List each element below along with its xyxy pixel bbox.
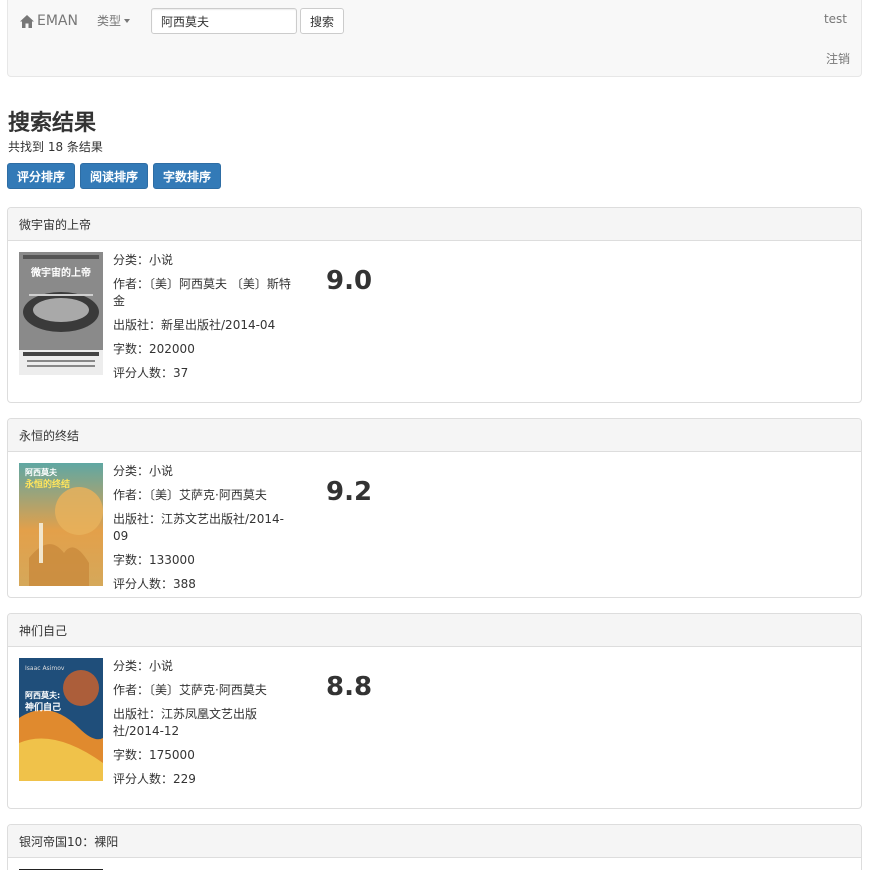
cover-text: 神们自己 [25, 701, 61, 713]
category-dropdown-label: 类型 [97, 14, 122, 28]
category-label: 分类： [113, 464, 150, 478]
author-label: 作者： [113, 277, 150, 291]
book-score: 9.0 [326, 266, 373, 296]
book-score: 8.8 [326, 672, 373, 702]
words-value: 133000 [149, 553, 195, 567]
book-info: 分类：小说 作者：〔美〕阿西莫夫 〔美〕斯特金 出版社：新星出版社/2014-0… [113, 252, 293, 389]
raters-value: 37 [173, 366, 189, 380]
book-title[interactable]: 神们自己 [8, 614, 861, 647]
sort-button-group: 评分排序 阅读排序 字数排序 [7, 163, 222, 189]
book-cover[interactable]: Isaac Asimov 阿西莫夫: 神们自己 [19, 658, 103, 781]
book-score: 9.2 [326, 477, 373, 507]
svg-text:阿西莫夫: 阿西莫夫 [25, 467, 58, 477]
search-button[interactable]: 搜索 [300, 8, 344, 34]
cover-text: 永恒的终结 [24, 478, 70, 490]
words-label: 字数： [113, 553, 150, 567]
book-panel: 微宇宙的上帝 微宇宙的上帝 分类：小说 作者：〔美〕阿西莫夫 〔美〕斯特金 出版… [7, 207, 862, 403]
book-title[interactable]: 银河帝国10：裸阳 [8, 825, 861, 858]
book-info: 分类：小说 作者：〔美〕艾萨克·阿西莫夫 出版社：江苏文艺出版社/2014-09… [113, 463, 293, 597]
user-link[interactable]: test [824, 12, 847, 26]
svg-text:Isaac Asimov: Isaac Asimov [25, 665, 65, 672]
sort-by-score-button[interactable]: 评分排序 [7, 163, 76, 189]
publisher-label: 出版社： [113, 512, 162, 526]
logout-link[interactable]: 注销 [826, 50, 850, 67]
category-dropdown[interactable]: 类型 [97, 12, 131, 29]
category-value: 小说 [149, 253, 174, 267]
words-value: 175000 [149, 748, 195, 762]
brand-link[interactable]: EMAN [20, 12, 78, 30]
raters-label: 评分人数： [113, 366, 174, 380]
page-title: 搜索结果 [8, 111, 97, 136]
book-info: 分类：小说 作者：〔美〕艾萨克·阿西莫夫 出版社：江苏凤凰文艺出版社/2014-… [113, 658, 293, 795]
svg-text:阿西莫夫:: 阿西莫夫: [25, 690, 60, 700]
category-label: 分类： [113, 253, 150, 267]
author-value: 〔美〕艾萨克·阿西莫夫 [149, 683, 267, 697]
words-label: 字数： [113, 748, 150, 762]
book-panel: 永恒的终结 阿西莫夫 永恒的终结 分类：小说 作者：〔美〕艾萨克·阿西莫夫 出版… [7, 418, 862, 598]
caret-down-icon [124, 18, 131, 23]
book-panel: 银河帝国10：裸阳 [7, 824, 862, 870]
sort-by-words-button[interactable]: 字数排序 [153, 163, 222, 189]
category-label: 分类： [113, 659, 150, 673]
book-cover[interactable]: 微宇宙的上帝 [19, 252, 103, 375]
author-label: 作者： [113, 683, 150, 697]
category-value: 小说 [149, 659, 174, 673]
publisher-label: 出版社： [113, 318, 162, 332]
publisher-value: 新星出版社/2014-04 [161, 318, 276, 332]
book-panel: 神们自己 Isaac Asimov 阿西莫夫: 神们自己 分类：小说 作者：〔美… [7, 613, 862, 809]
brand-label: EMAN [37, 13, 78, 29]
raters-value: 388 [173, 577, 196, 591]
category-value: 小说 [149, 464, 174, 478]
raters-label: 评分人数： [113, 577, 174, 591]
search-input[interactable] [151, 8, 297, 34]
publisher-label: 出版社： [113, 707, 162, 721]
cover-text: 微宇宙的上帝 [30, 266, 91, 279]
raters-value: 229 [173, 772, 196, 786]
book-title[interactable]: 微宇宙的上帝 [8, 208, 861, 241]
author-value: 〔美〕艾萨克·阿西莫夫 [149, 488, 267, 502]
navbar: EMAN 类型 搜索 test 注销 [7, 0, 862, 77]
book-cover[interactable]: 阿西莫夫 永恒的终结 [19, 463, 103, 586]
author-label: 作者： [113, 488, 150, 502]
words-value: 202000 [149, 342, 195, 356]
book-title[interactable]: 永恒的终结 [8, 419, 861, 452]
result-count: 共找到 18 条结果 [8, 140, 103, 154]
sort-by-reads-button[interactable]: 阅读排序 [80, 163, 149, 189]
raters-label: 评分人数： [113, 772, 174, 786]
home-icon [20, 14, 34, 28]
words-label: 字数： [113, 342, 150, 356]
